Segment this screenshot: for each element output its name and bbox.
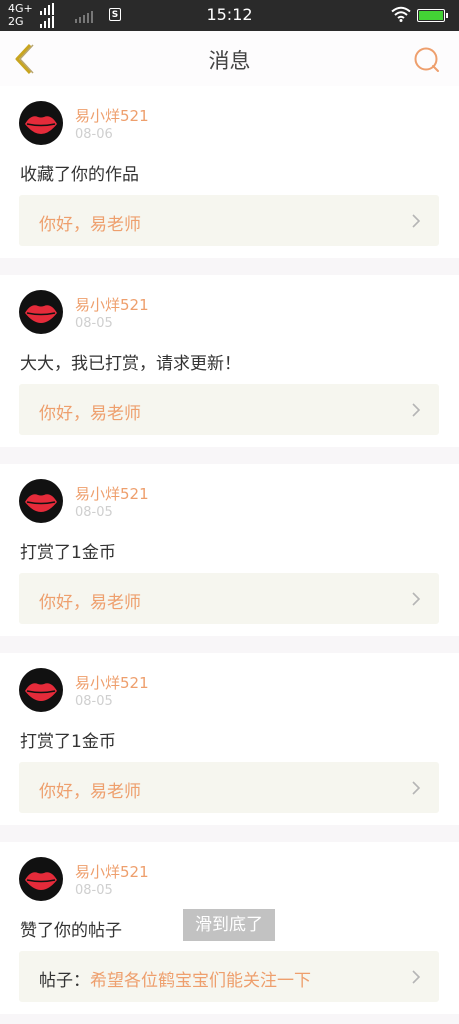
- chevron-right-icon: [412, 970, 421, 984]
- avatar[interactable]: [19, 857, 63, 901]
- avatar[interactable]: [19, 668, 63, 712]
- end-of-list-toast: 滑到底了: [183, 909, 275, 941]
- sender-name[interactable]: 易小烊521: [75, 483, 149, 504]
- page-title: 消息: [208, 49, 251, 73]
- reply-box[interactable]: 帖子：希望各位鹤宝宝们能关注一下: [19, 951, 439, 1002]
- message-card: 易小烊521 08-05 大大，我已打赏，请求更新！ 你好，易老师: [0, 275, 459, 447]
- status-bar: 4G+ 2G S 15:12: [0, 0, 459, 31]
- message-action: 赞了你的帖子: [20, 921, 122, 941]
- navigation-header: 消息: [0, 31, 459, 87]
- message-date: 08-05: [75, 316, 113, 331]
- message-date: 08-06: [75, 127, 113, 142]
- chevron-right-icon: [412, 214, 421, 228]
- reply-text: 帖子：希望各位鹤宝宝们能关注一下: [39, 971, 311, 991]
- message-action: 收藏了你的作品: [20, 165, 139, 185]
- message-card: 易小烊521 08-06 收藏了你的作品 你好，易老师: [0, 86, 459, 258]
- message-card: 易小烊521 08-05 打赏了1金币 你好，易老师: [0, 653, 459, 825]
- sender-name[interactable]: 易小烊521: [75, 105, 149, 126]
- avatar[interactable]: [19, 290, 63, 334]
- reply-text: 你好，易老师: [39, 215, 141, 235]
- reply-box[interactable]: 你好，易老师: [19, 762, 439, 813]
- battery-icon: [417, 9, 448, 22]
- avatar[interactable]: [19, 101, 63, 145]
- message-card: 易小烊521 08-05 打赏了1金币 你好，易老师: [0, 464, 459, 636]
- message-action: 大大，我已打赏，请求更新！: [20, 354, 241, 374]
- lips-icon: [25, 872, 57, 890]
- chevron-right-icon: [412, 592, 421, 606]
- sender-name[interactable]: 易小烊521: [75, 294, 149, 315]
- message-date: 08-05: [75, 694, 113, 709]
- message-action: 打赏了1金币: [20, 543, 116, 563]
- reply-box[interactable]: 你好，易老师: [19, 384, 439, 435]
- lips-icon: [25, 683, 57, 701]
- lips-icon: [25, 116, 57, 134]
- sender-name[interactable]: 易小烊521: [75, 861, 149, 882]
- search-button[interactable]: [412, 45, 442, 75]
- reply-box[interactable]: 你好，易老师: [19, 195, 439, 246]
- reply-box[interactable]: 你好，易老师: [19, 573, 439, 624]
- wifi-icon: [391, 6, 411, 22]
- reply-text: 你好，易老师: [39, 782, 141, 802]
- reply-text: 你好，易老师: [39, 404, 141, 424]
- reply-text: 你好，易老师: [39, 593, 141, 613]
- sender-name[interactable]: 易小烊521: [75, 672, 149, 693]
- lips-icon: [25, 305, 57, 323]
- chevron-right-icon: [412, 781, 421, 795]
- message-action: 打赏了1金币: [20, 732, 116, 752]
- lips-icon: [25, 494, 57, 512]
- avatar[interactable]: [19, 479, 63, 523]
- chevron-right-icon: [412, 403, 421, 417]
- message-date: 08-05: [75, 883, 113, 898]
- message-date: 08-05: [75, 505, 113, 520]
